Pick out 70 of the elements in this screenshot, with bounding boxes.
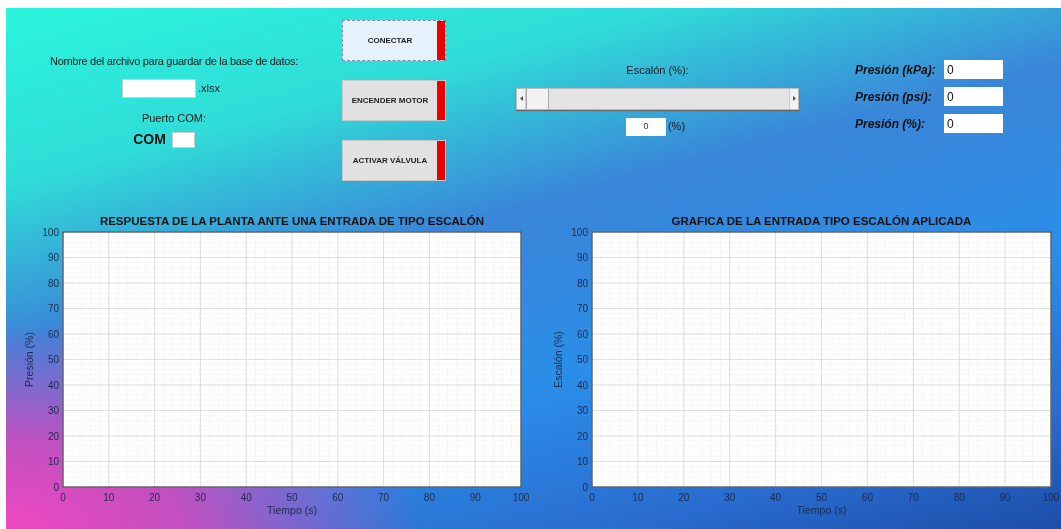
step-unit-label: (%): [667, 119, 686, 135]
tick-label: 0: [60, 492, 66, 503]
tick-label: 20: [576, 430, 588, 442]
tick-label: 100: [512, 492, 530, 503]
port-field[interactable]: [171, 131, 195, 148]
action-button[interactable]: CONECTAR: [342, 20, 446, 61]
axis-title: Tiempo (s): [796, 504, 847, 516]
tick-label: 0: [53, 481, 59, 493]
tick-label: 50: [47, 354, 59, 365]
tick-label: 100: [571, 226, 588, 238]
tick-label: 20: [47, 430, 59, 442]
tick-label: 70: [378, 492, 390, 503]
pressure-label: Presión (psi):: [855, 88, 933, 106]
action-button[interactable]: ENCENDER MOTOR: [342, 80, 446, 121]
tick-label: 100: [1042, 492, 1060, 503]
tick-label: 30: [194, 492, 206, 503]
chart-title: RESPUESTA DE LA PLANTA ANTE UNA ENTRADA DE TIPO ESCALÓN: [99, 215, 485, 227]
file-name-field[interactable]: [122, 78, 196, 98]
pressure-field[interactable]: 0: [944, 87, 1003, 106]
tick-label: 60: [576, 328, 588, 340]
tick-label: 90: [576, 252, 588, 263]
tick-label: 80: [576, 277, 588, 289]
tick-label: 90: [47, 252, 59, 263]
axis-title: Tiempo (s): [267, 504, 317, 516]
tick-label: 0: [589, 492, 595, 503]
extension-label: .xlsx: [198, 80, 220, 96]
tick-label: 40: [240, 492, 252, 503]
tick-label: 70: [907, 492, 919, 503]
tick-label: 80: [953, 492, 965, 503]
port-label: Puerto COM:: [141, 110, 207, 126]
tick-label: 60: [332, 492, 344, 503]
file-name-label: Nombre del archivo para guardar de la base de datos:: [50, 54, 298, 69]
tick-label: 40: [47, 379, 59, 391]
port-prefix: COM: [133, 130, 166, 149]
tick-label: 10: [103, 492, 115, 503]
tick-label: 100: [42, 226, 59, 238]
tick-label: 70: [47, 303, 59, 314]
tick-label: 30: [724, 492, 736, 503]
step-value-field[interactable]: 0: [625, 117, 666, 136]
pressure-label: Presión (%):: [855, 115, 926, 133]
tick-label: 90: [469, 492, 481, 503]
tick-label: 80: [47, 277, 59, 289]
tick-label: 30: [47, 405, 59, 416]
tick-label: 60: [47, 328, 59, 340]
tick-label: 10: [576, 456, 588, 467]
tick-label: 90: [999, 492, 1011, 503]
tick-label: 30: [576, 405, 588, 416]
tick-label: 10: [47, 456, 59, 467]
tick-label: 0: [582, 481, 588, 493]
pressure-label: Presión (kPa):: [855, 61, 937, 79]
tick-label: 70: [576, 303, 588, 314]
action-button[interactable]: ACTIVAR VÁLVULA: [342, 140, 446, 181]
axis-title: Escalón (%): [552, 331, 564, 388]
tick-label: 80: [423, 492, 435, 503]
slider-thumb[interactable]: [526, 88, 549, 109]
tick-label: 60: [861, 492, 873, 503]
tick-label: 40: [770, 492, 782, 503]
chart-title: GRAFICA DE LA ENTRADA TIPO ESCALÓN APLICADA: [671, 215, 972, 227]
tick-label: 10: [632, 492, 644, 503]
step-slider[interactable]: [516, 87, 799, 110]
tick-label: 50: [815, 492, 828, 503]
step-label: Escalón (%):: [626, 63, 689, 78]
tick-label: 40: [576, 379, 588, 391]
tick-label: 50: [576, 354, 588, 365]
pressure-field[interactable]: 0: [944, 60, 1003, 79]
tick-label: 20: [678, 492, 690, 503]
pressure-field[interactable]: 0: [944, 114, 1003, 133]
tick-label: 50: [286, 492, 298, 503]
axis-title: Presión (%): [23, 332, 35, 387]
tick-label: 20: [149, 492, 161, 503]
